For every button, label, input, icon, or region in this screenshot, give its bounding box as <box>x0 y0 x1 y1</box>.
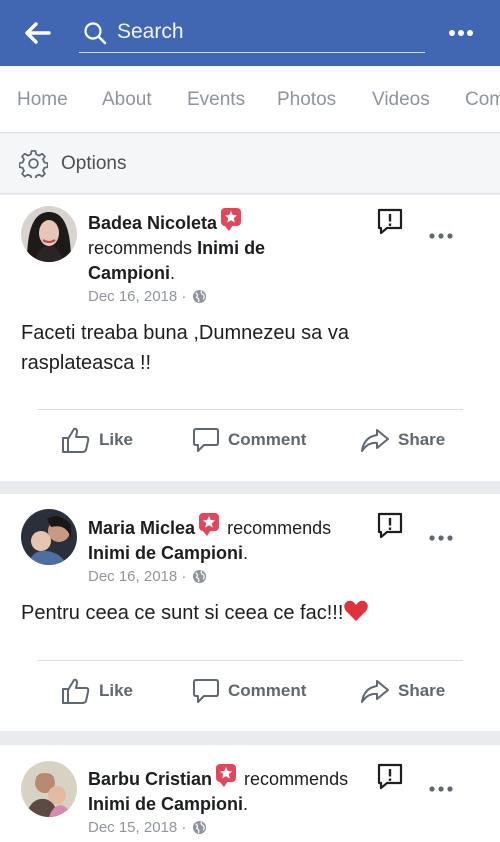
post-meta: Dec 15, 2018 · <box>88 819 207 836</box>
page-name-link[interactable]: Inimi de Campioni <box>88 543 243 563</box>
tab-home[interactable]: Home <box>17 89 68 111</box>
search-input[interactable] <box>117 17 417 47</box>
share-icon <box>361 680 389 703</box>
meta-separator: · <box>181 819 187 836</box>
tab-events[interactable]: Events <box>187 89 245 111</box>
recommendation-icon <box>221 208 242 231</box>
post-meta: Dec 16, 2018 · <box>88 568 207 585</box>
author-name[interactable]: Barbu Cristian <box>88 769 212 789</box>
avatar[interactable] <box>21 206 77 262</box>
page-name-link[interactable]: Inimi de <box>197 238 265 258</box>
recommendation-icon <box>199 513 220 536</box>
post-options-icon[interactable] <box>428 230 454 242</box>
arrow-left-icon <box>25 22 51 44</box>
author-name[interactable]: Badea Nicoleta <box>88 213 217 233</box>
report-icon[interactable] <box>376 511 404 539</box>
like-button[interactable]: Like <box>61 426 133 454</box>
tab-photos[interactable]: Photos <box>277 89 336 111</box>
post-date[interactable]: Dec 15, 2018 <box>88 819 177 836</box>
search-box[interactable] <box>79 13 425 53</box>
avatar[interactable] <box>21 761 77 817</box>
post-card: Barbu Cristian recommends Inimi de Campi… <box>0 745 500 842</box>
post-header: Barbu Cristian recommends Inimi de Campi… <box>88 764 348 817</box>
thumbs-up-icon <box>62 678 90 704</box>
report-icon[interactable] <box>376 207 404 235</box>
options-bar[interactable]: Options <box>0 132 500 194</box>
comment-icon <box>193 428 219 452</box>
post-card: Badea Nicoleta recommends Inimi de Campio… <box>0 195 500 481</box>
red-heart-icon <box>344 600 369 621</box>
post-text: Faceti treaba buna ,Dumnezeu sa va raspla… <box>21 322 349 374</box>
top-bar <box>0 0 500 66</box>
post-text: Pentru ceea ce sunt si ceea ce fac!!! <box>21 598 481 628</box>
divider <box>37 660 463 661</box>
search-icon <box>84 22 107 45</box>
globe-icon <box>193 569 207 584</box>
recommends-text: recommends <box>244 769 349 789</box>
share-button[interactable]: Share <box>360 426 445 454</box>
meta-separator: · <box>181 288 187 305</box>
like-button[interactable]: Like <box>61 677 133 705</box>
options-label: Options <box>61 153 127 174</box>
back-button[interactable] <box>22 18 54 48</box>
recommends-text: recommends <box>227 518 332 538</box>
share-icon <box>361 429 389 452</box>
post-meta: Dec 16, 2018 · <box>88 288 207 305</box>
report-icon[interactable] <box>376 762 404 790</box>
post-date[interactable]: Dec 16, 2018 <box>88 288 177 305</box>
post-header: Badea Nicoleta recommends Inimi de Campio… <box>88 208 265 286</box>
post-header: Maria Miclea recommends Inimi de Campion… <box>88 513 331 566</box>
divider <box>37 409 463 410</box>
avatar[interactable] <box>21 509 77 565</box>
gear-icon <box>19 150 48 178</box>
tab-videos[interactable]: Videos <box>372 89 430 111</box>
author-name[interactable]: Maria Miclea <box>88 518 195 538</box>
thumbs-up-icon <box>62 427 90 453</box>
post-date[interactable]: Dec 16, 2018 <box>88 568 177 585</box>
share-button[interactable]: Share <box>360 677 445 705</box>
post-options-icon[interactable] <box>428 783 454 795</box>
ellipsis-icon <box>449 30 473 36</box>
recommends-text: recommends <box>88 238 193 258</box>
tab-about[interactable]: About <box>102 89 152 111</box>
page-name-link[interactable]: Inimi de Campioni <box>88 794 243 814</box>
globe-icon <box>193 289 207 304</box>
tab-community[interactable]: Com <box>465 89 500 111</box>
comment-icon <box>193 679 219 703</box>
page-tabs: Home About Events Photos Videos Com <box>0 66 500 132</box>
post-card: Maria Miclea recommends Inimi de Campion… <box>0 494 500 731</box>
comment-button[interactable]: Comment <box>192 426 306 454</box>
comment-button[interactable]: Comment <box>192 677 306 705</box>
meta-separator: · <box>181 568 187 585</box>
globe-icon <box>193 820 207 835</box>
post-options-icon[interactable] <box>428 532 454 544</box>
recommendation-icon <box>216 764 237 787</box>
more-options-button[interactable] <box>444 22 478 44</box>
